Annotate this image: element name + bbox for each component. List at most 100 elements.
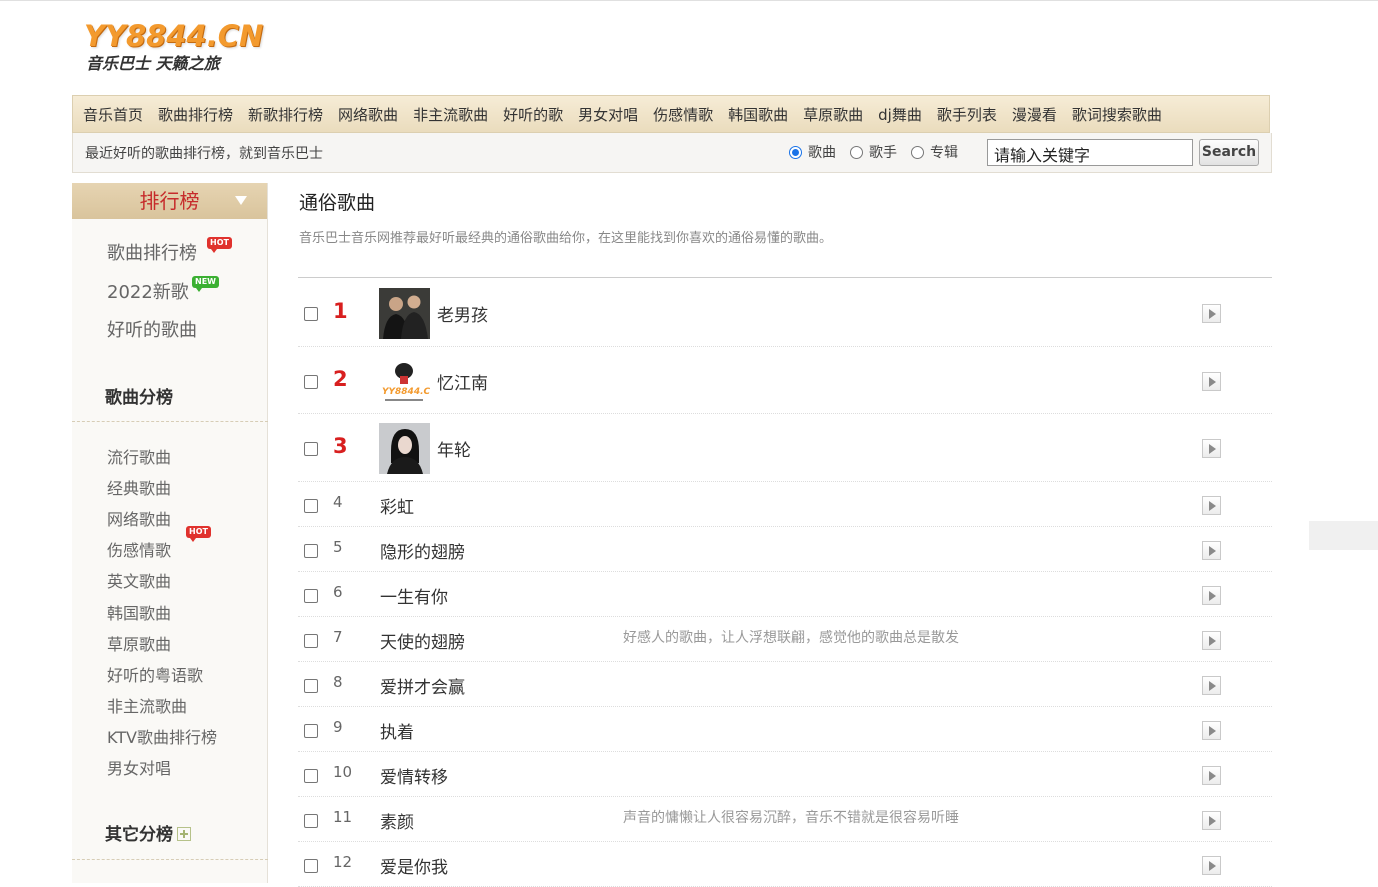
song-checkbox[interactable] <box>304 499 318 513</box>
radio-label: 歌手 <box>869 142 897 162</box>
side-float-tab[interactable] <box>1309 521 1378 550</box>
radio-option[interactable]: 歌曲 <box>789 142 836 162</box>
song-thumbnail[interactable]: YY8844.CN <box>379 356 430 407</box>
nav-item[interactable]: 音乐首页 <box>83 104 143 125</box>
song-checkbox[interactable] <box>304 307 318 321</box>
song-title-link[interactable]: 忆江南 <box>437 369 488 394</box>
sidebar-category[interactable]: 流行歌曲 <box>107 444 171 468</box>
song-title-link[interactable]: 年轮 <box>437 436 471 461</box>
song-row: 3年轮 <box>298 414 1272 482</box>
expand-plus-icon[interactable] <box>177 827 191 841</box>
song-title-link[interactable]: 老男孩 <box>437 301 488 326</box>
section-title-other[interactable]: 其它分榜 <box>105 820 191 845</box>
site-logo[interactable]: YY8844.CN 音乐巴士 天籁之旅 <box>84 18 274 82</box>
song-title-link[interactable]: 执着 <box>380 718 414 743</box>
sidebar-category[interactable]: 英文歌曲 <box>107 568 171 592</box>
play-icon[interactable] <box>1202 766 1221 785</box>
song-checkbox[interactable] <box>304 442 318 456</box>
sidebar-category[interactable]: 非主流歌曲 <box>107 693 187 717</box>
play-icon[interactable] <box>1202 304 1221 323</box>
song-title-link[interactable]: 爱情转移 <box>380 763 448 788</box>
song-checkbox[interactable] <box>304 589 318 603</box>
sidebar-top-link[interactable]: 歌曲排行榜 <box>107 239 197 265</box>
logo-tagline: 音乐巴士 天籁之旅 <box>86 54 274 74</box>
sidebar-category[interactable]: 网络歌曲 <box>107 506 171 530</box>
sidebar-header[interactable]: 排行榜 <box>72 183 267 219</box>
sidebar-category[interactable]: KTV歌曲排行榜 <box>107 724 217 748</box>
hot-badge: HOT <box>207 237 232 249</box>
play-icon[interactable] <box>1202 676 1221 695</box>
nav-item[interactable]: 歌手列表 <box>937 104 997 125</box>
song-thumbnail[interactable] <box>379 423 430 474</box>
song-checkbox[interactable] <box>304 724 318 738</box>
sidebar-category[interactable]: 好听的粤语歌 <box>107 662 203 686</box>
page-title: 通俗歌曲 <box>299 188 375 215</box>
search-bar: 最近好听的歌曲排行榜，就到音乐巴士 歌曲歌手专辑 请输入关键字 Search <box>72 133 1272 173</box>
song-row: 12爱是你我 <box>298 842 1272 887</box>
song-rank: 8 <box>333 673 343 691</box>
song-title-link[interactable]: 隐形的翅膀 <box>380 538 465 563</box>
sidebar-top-link[interactable]: 好听的歌曲 <box>107 316 197 342</box>
nav-item[interactable]: 伤感情歌 <box>653 104 713 125</box>
song-rank: 6 <box>333 583 343 601</box>
song-title-link[interactable]: 彩虹 <box>380 493 414 518</box>
nav-item[interactable]: 韩国歌曲 <box>728 104 788 125</box>
new-badge: NEW <box>192 276 219 288</box>
nav-item[interactable]: dj舞曲 <box>878 104 922 125</box>
chevron-down-icon <box>235 196 247 205</box>
song-title-link[interactable]: 一生有你 <box>380 583 448 608</box>
radio-option[interactable]: 歌手 <box>850 142 897 162</box>
page-description: 音乐巴士音乐网推荐最好听最经典的通俗歌曲给你，在这里能找到你喜欢的通俗易懂的歌曲… <box>299 227 832 246</box>
play-icon[interactable] <box>1202 721 1221 740</box>
play-icon[interactable] <box>1202 856 1221 875</box>
nav-item[interactable]: 网络歌曲 <box>338 104 398 125</box>
song-checkbox[interactable] <box>304 544 318 558</box>
nav-item[interactable]: 非主流歌曲 <box>413 104 488 125</box>
nav-item[interactable]: 歌曲排行榜 <box>158 104 233 125</box>
sidebar-category[interactable]: 男女对唱 <box>107 755 171 779</box>
song-title-link[interactable]: 天使的翅膀 <box>380 628 465 653</box>
song-title-link[interactable]: 素颜 <box>380 808 414 833</box>
song-checkbox[interactable] <box>304 375 318 389</box>
radio-icon[interactable] <box>911 146 924 159</box>
sidebar: 排行榜 歌曲分榜 其它分榜 歌曲排行榜HOT2022新歌NEW好听的歌曲流行歌曲… <box>72 183 268 883</box>
song-row: 2YY8844.CN忆江南 <box>298 347 1272 414</box>
sidebar-category[interactable]: 伤感情歌 <box>107 537 171 561</box>
nav-item[interactable]: 歌词搜索歌曲 <box>1072 104 1162 125</box>
song-checkbox[interactable] <box>304 859 318 873</box>
top-border <box>0 0 1378 1</box>
song-thumbnail[interactable] <box>379 288 430 339</box>
nav-item[interactable]: 新歌排行榜 <box>248 104 323 125</box>
radio-icon[interactable] <box>789 146 802 159</box>
play-icon[interactable] <box>1202 811 1221 830</box>
song-checkbox[interactable] <box>304 814 318 828</box>
song-checkbox[interactable] <box>304 679 318 693</box>
song-title-link[interactable]: 爱拼才会赢 <box>380 673 465 698</box>
play-icon[interactable] <box>1202 586 1221 605</box>
song-title-link[interactable]: 爱是你我 <box>380 853 448 878</box>
sidebar-category[interactable]: 韩国歌曲 <box>107 600 171 624</box>
sidebar-top-link[interactable]: 2022新歌 <box>107 278 189 304</box>
song-description: 声音的慵懒让人很容易沉醉，音乐不错就是很容易听睡 <box>623 807 959 827</box>
play-icon[interactable] <box>1202 541 1221 560</box>
nav-item[interactable]: 好听的歌 <box>503 104 563 125</box>
play-icon[interactable] <box>1202 439 1221 458</box>
song-checkbox[interactable] <box>304 634 318 648</box>
play-icon[interactable] <box>1202 496 1221 515</box>
play-icon[interactable] <box>1202 631 1221 650</box>
nav-item[interactable]: 草原歌曲 <box>803 104 863 125</box>
song-checkbox[interactable] <box>304 769 318 783</box>
song-rank: 10 <box>333 763 352 781</box>
sidebar-category[interactable]: 草原歌曲 <box>107 631 171 655</box>
nav-item[interactable]: 漫漫看 <box>1012 104 1057 125</box>
section-divider <box>72 421 268 422</box>
search-input[interactable]: 请输入关键字 <box>987 139 1193 166</box>
sidebar-top-link-label: 歌曲排行榜 <box>107 243 197 264</box>
sidebar-category[interactable]: 经典歌曲 <box>107 475 171 499</box>
play-icon[interactable] <box>1202 372 1221 391</box>
radio-icon[interactable] <box>850 146 863 159</box>
svg-text:YY8844.CN: YY8844.CN <box>382 387 430 397</box>
search-button[interactable]: Search <box>1199 139 1259 166</box>
nav-item[interactable]: 男女对唱 <box>578 104 638 125</box>
radio-option[interactable]: 专辑 <box>911 142 958 162</box>
